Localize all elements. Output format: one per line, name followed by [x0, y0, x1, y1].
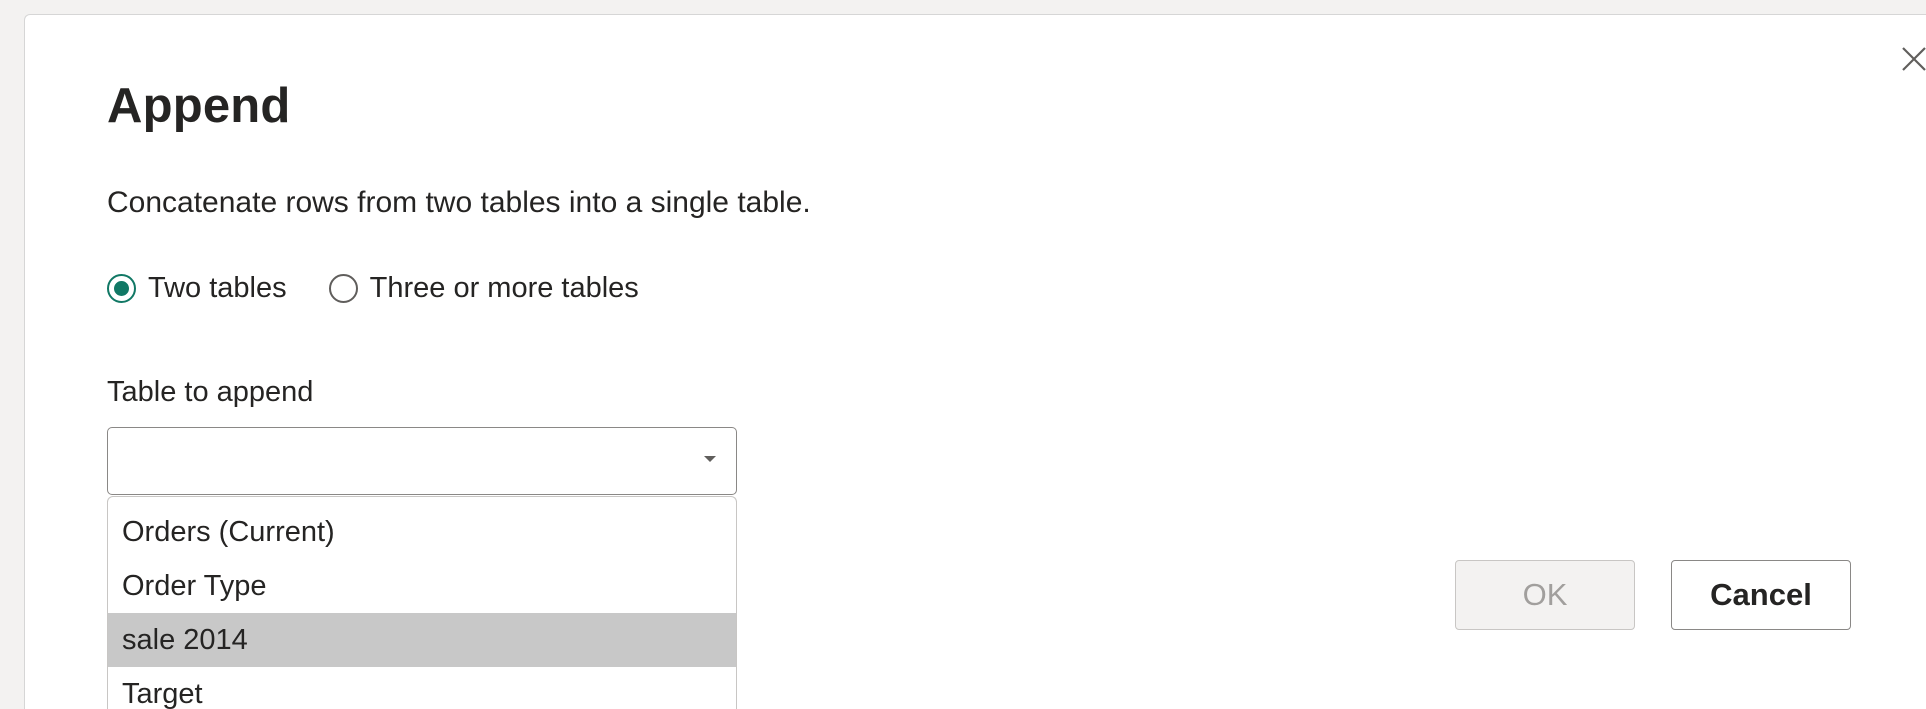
table-to-append-select[interactable] [107, 427, 737, 495]
radio-unselected-icon [328, 274, 358, 303]
dialog-title: Append [107, 79, 291, 133]
cancel-button[interactable]: Cancel [1671, 560, 1851, 630]
radio-three-or-more-tables-label: Three or more tables [369, 272, 639, 304]
dropdown-option-orders-current[interactable]: Orders (Current) [108, 505, 736, 559]
close-button[interactable] [1898, 43, 1926, 75]
chevron-down-icon [704, 456, 716, 462]
radio-three-or-more-tables[interactable]: Three or more tables [328, 272, 639, 305]
radio-two-tables-label: Two tables [148, 272, 287, 304]
append-mode-radio-group: Two tables Three or more tables [107, 272, 681, 305]
table-to-append-label: Table to append [107, 376, 314, 408]
dialog-description: Concatenate rows from two tables into a … [107, 186, 811, 219]
ok-button[interactable]: OK [1455, 560, 1635, 630]
radio-dot [114, 281, 129, 296]
dropdown-option-target[interactable]: Target [108, 667, 736, 709]
table-dropdown-list: Orders (Current) Order Type sale 2014 Ta… [107, 496, 737, 709]
dropdown-option-sale-2014[interactable]: sale 2014 [108, 613, 736, 667]
radio-two-tables[interactable]: Two tables [107, 272, 287, 305]
dropdown-option-order-type[interactable]: Order Type [108, 559, 736, 613]
close-icon [1902, 47, 1926, 71]
radio-selected-icon [107, 274, 136, 303]
